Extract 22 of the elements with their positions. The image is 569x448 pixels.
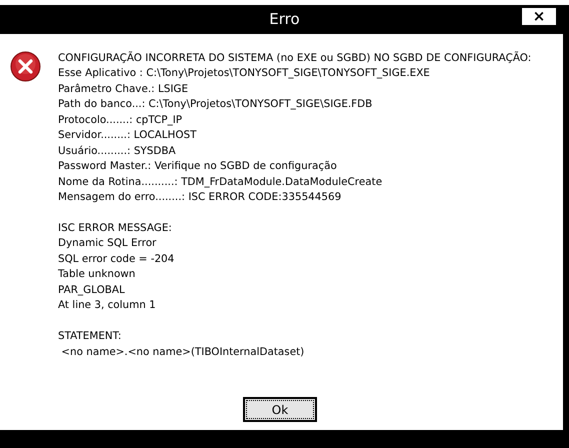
message-line: Nome da Rotina..........: TDM_FrDataModule.DataModuleCreate xyxy=(58,174,384,190)
message-line: Mensagem do erro........: ISC ERROR CODE:335544569 xyxy=(58,190,342,206)
message-line: Password Master.: Verifique no SGBD de configuração xyxy=(58,159,338,174)
message-line: Table unknown xyxy=(58,267,136,282)
message-line: ISC ERROR MESSAGE: xyxy=(58,220,173,236)
message-line: <no name>.<no name>(TIBOInternalDataset) xyxy=(60,344,306,360)
message-line: STATEMENT: xyxy=(58,329,122,344)
message-line: Path do banco...: C:\Tony\Projetos\TONYSOFT_SIGE\SIGE.FDB xyxy=(58,97,374,112)
ok-button[interactable]: Ok xyxy=(243,397,317,422)
close-button[interactable]: × xyxy=(522,8,556,25)
message-line: Protocolo.......: cpTCP_IP xyxy=(58,112,184,128)
message-line: CONFIGURAÇÃO INCORRETA DO SISTEMA (no EXE ou SGBD) NO SGBD DE CONFIGURAÇÃO: xyxy=(58,51,532,66)
message-line: Dynamic SQL Error xyxy=(58,236,158,252)
window-title: Erro xyxy=(269,9,300,30)
message-line: Servidor........: LOCALHOST xyxy=(58,128,198,144)
message-line: At line 3, column 1 xyxy=(58,298,157,314)
message-line: PAR_GLOBAL xyxy=(58,282,126,298)
error-icon xyxy=(10,51,41,82)
message-line: Esse Aplicativo : C:\Tony\Projetos\TONYSOFT_SIGE\TONYSOFT_SIGE.EXE xyxy=(58,66,431,82)
message-line: Parâmetro Chave.: LSIGE xyxy=(58,82,190,97)
message-line: Usuário.........: SYSDBA xyxy=(58,144,177,159)
message-line: SQL error code = -204 xyxy=(58,252,176,267)
